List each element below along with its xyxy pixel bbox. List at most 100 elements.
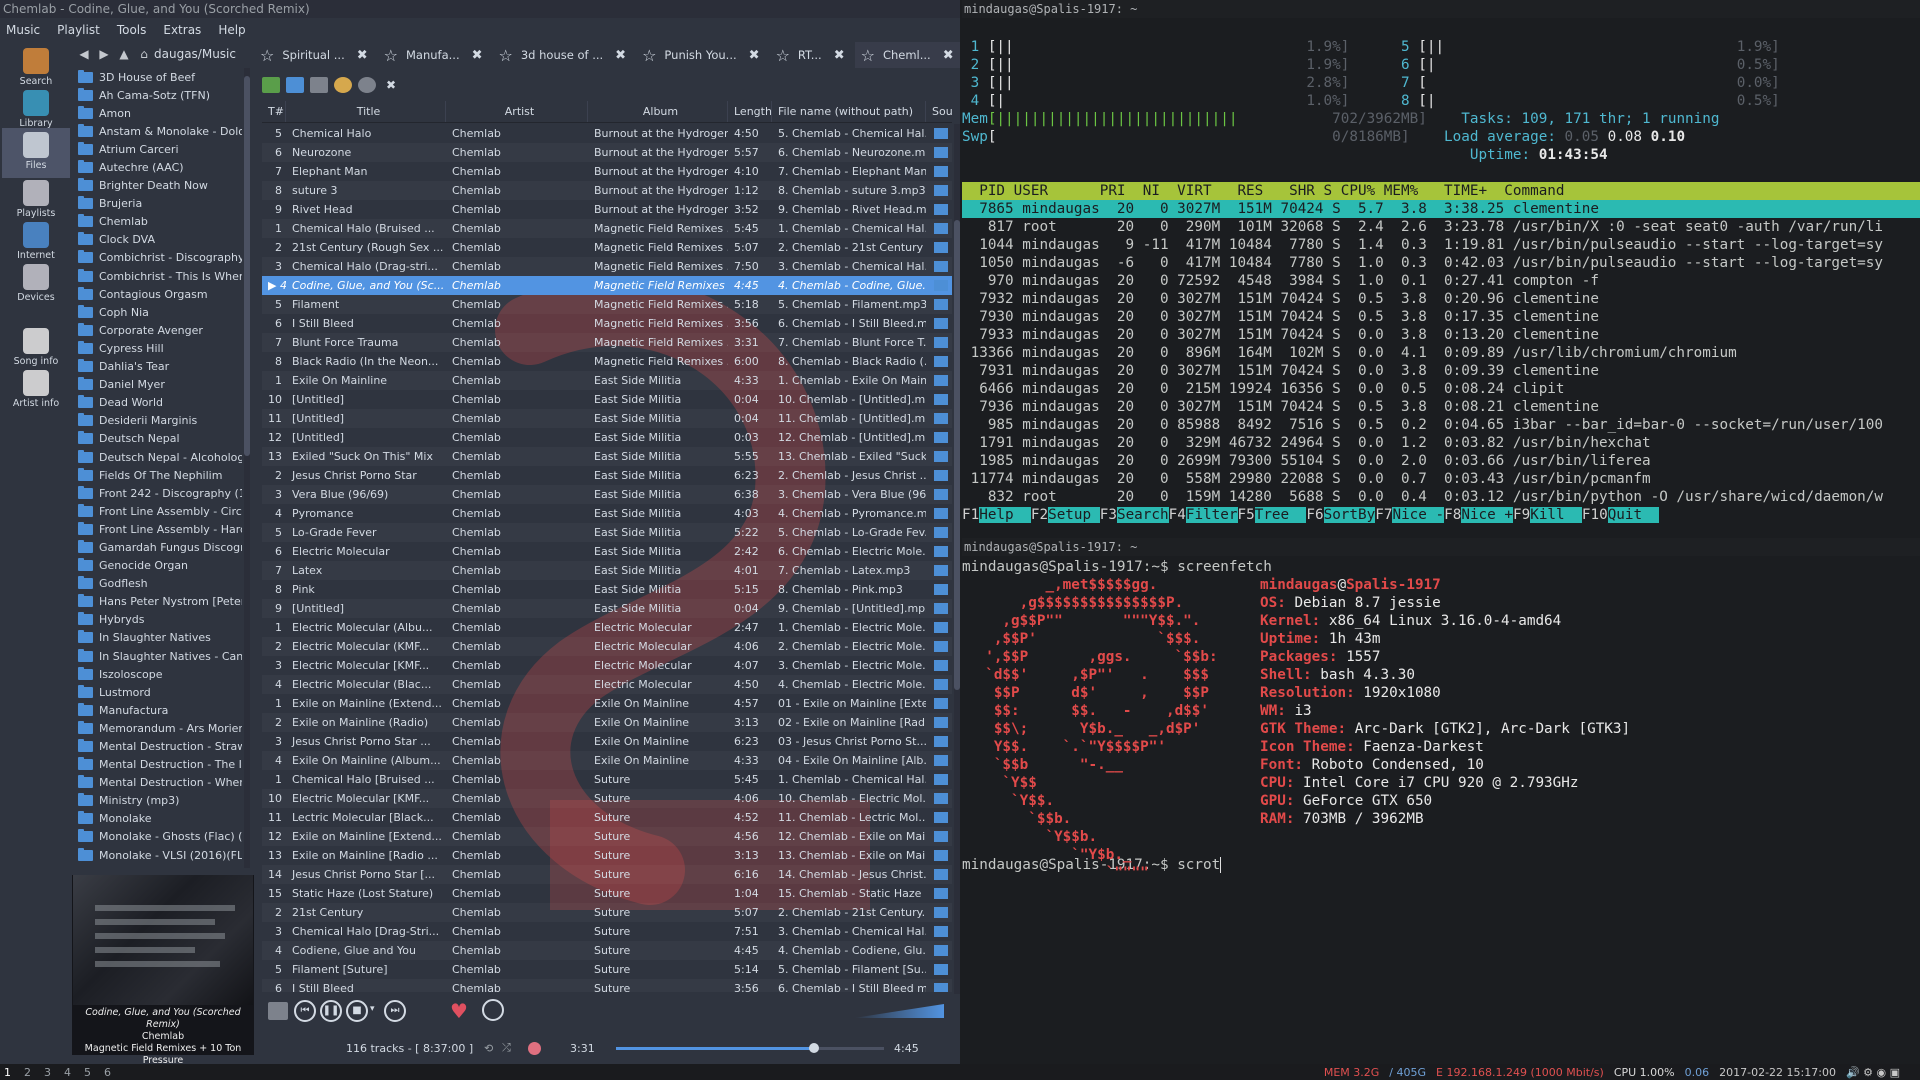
- table-row[interactable]: 10 Electric Molecular [KMF... Chemlab Sutur…: [262, 789, 952, 808]
- table-row[interactable]: 8 suture 3 Chemlab Burnout at the Hydrogen …: [262, 181, 952, 200]
- menu-music[interactable]: Music: [6, 23, 40, 37]
- table-row[interactable]: 2 Exile on Mainline (Radio) Chemlab Exile O…: [262, 713, 952, 732]
- folder-item[interactable]: Autechre (AAC): [72, 158, 242, 176]
- forward-arrow-icon[interactable]: ▶: [94, 47, 114, 61]
- stop-icon[interactable]: ■: [346, 1000, 368, 1022]
- back-arrow-icon[interactable]: ◀: [74, 47, 94, 61]
- folder-item[interactable]: Deutsch Nepal - Alcohology: [72, 448, 242, 466]
- add-icon[interactable]: [262, 77, 280, 93]
- process-row[interactable]: 7932 mindaugas 20 0 3027M 151M 70424 S 0…: [962, 290, 1920, 308]
- folder-item[interactable]: Ministry (mp3): [72, 792, 242, 810]
- folder-item[interactable]: Corporate Avenger: [72, 321, 242, 339]
- star-icon[interactable]: ☆: [260, 46, 274, 65]
- htop-terminal[interactable]: mindaugas@Spalis-1917: ~ 1 [|| 1.9%] 5 […: [962, 0, 1920, 538]
- home-icon[interactable]: ⌂: [134, 47, 154, 61]
- table-row[interactable]: 4 Exile On Mainline (Album... Chemlab Exile…: [262, 751, 952, 770]
- folder-item[interactable]: Clock DVA: [72, 231, 242, 249]
- table-row[interactable]: 7 Elephant Man Chemlab Burnout at the Hydro…: [262, 162, 952, 181]
- table-row[interactable]: 9 Rivet Head Chemlab Burnout at the Hydroge…: [262, 200, 952, 219]
- close-icon[interactable]: ✖: [834, 48, 845, 63]
- table-row[interactable]: 9 [Untitled] Chemlab East Side Militia 0:04 9…: [262, 599, 952, 618]
- folder-item[interactable]: Genocide Organ: [72, 557, 242, 575]
- folder-item[interactable]: Contagious Orgasm: [72, 285, 242, 303]
- folder-item[interactable]: Memorandum - Ars Moriend: [72, 719, 242, 737]
- workspace-button[interactable]: 2: [24, 1066, 34, 1079]
- workspace-button[interactable]: 1: [4, 1066, 14, 1079]
- repeat-icon[interactable]: ⟲: [484, 1042, 493, 1055]
- workspace-button[interactable]: 3: [44, 1066, 54, 1079]
- folder-item[interactable]: Front Line Assembly - Circui: [72, 502, 242, 520]
- folder-item[interactable]: Atrium Carceri: [72, 140, 242, 158]
- table-row[interactable]: 11 Lectric Molecular [Black... Chemlab Sutu…: [262, 808, 952, 827]
- folder-item[interactable]: Mental Destruction - The Inte: [72, 756, 242, 774]
- table-row[interactable]: 5 Filament [Suture] Chemlab Suture 5:14 5. Ch…: [262, 960, 952, 979]
- playlist-tab[interactable]: ☆ 3d house of ... ✖: [493, 42, 633, 68]
- ban-icon[interactable]: [482, 999, 504, 1021]
- folder-item[interactable]: Daniel Myer: [72, 376, 242, 394]
- table-row[interactable]: 3 Jesus Christ Porno Star ... Chemlab Exile…: [262, 732, 952, 751]
- sidebar-tab-devices[interactable]: Devices: [2, 260, 70, 310]
- close-icon[interactable]: ✖: [615, 48, 626, 63]
- table-row[interactable]: 3 Chemical Halo [Drag-Stri... Chemlab Sutur…: [262, 922, 952, 941]
- playlist-tab[interactable]: ☆ Punish You... ✖: [636, 42, 765, 68]
- col-album[interactable]: Album: [588, 101, 728, 122]
- table-row[interactable]: 5 Chemical Halo Chemlab Burnout at the Hydr…: [262, 124, 952, 143]
- process-row[interactable]: 832 root 20 0 159M 14280 5688 S 0.0 0.4 …: [962, 488, 1920, 506]
- table-row[interactable]: 7 Latex Chemlab East Side Militia 4:01 7. Che…: [262, 561, 952, 580]
- process-row[interactable]: 7865 mindaugas 20 0 3027M 151M 70424 S 5…: [962, 200, 1920, 218]
- folder-item[interactable]: Brighter Death Now: [72, 177, 242, 195]
- folder-item[interactable]: Monolake - Ghosts (Flac) (E: [72, 828, 242, 846]
- folder-item[interactable]: Godflesh: [72, 575, 242, 593]
- folder-item[interactable]: Hybryds: [72, 611, 242, 629]
- folder-item[interactable]: Lustmord: [72, 683, 242, 701]
- table-row[interactable]: 3 Chemical Halo (Drag-stri... Chemlab Magne…: [262, 257, 952, 276]
- folder-item[interactable]: Dahlia's Tear: [72, 358, 242, 376]
- folder-item[interactable]: Cypress Hill: [72, 339, 242, 357]
- table-row[interactable]: 6 Neurozone Chemlab Burnout at the Hydrogen…: [262, 143, 952, 162]
- table-row[interactable]: 6 I Still Bleed Chemlab Suture 3:56 6. Chemla…: [262, 979, 952, 992]
- process-table-header[interactable]: PID USER PRI NI VIRT RES SHR S CPU% MEM%…: [962, 182, 1920, 200]
- sidebar-tab-files[interactable]: Files: [2, 128, 70, 178]
- stop-menu-chevron-icon[interactable]: ▾: [370, 1004, 375, 1014]
- star-icon[interactable]: ☆: [776, 46, 790, 65]
- shuffle-icon[interactable]: ⤮: [502, 1041, 511, 1055]
- process-row[interactable]: 1791 mindaugas 20 0 329M 46732 24964 S 0…: [962, 434, 1920, 452]
- redo-icon[interactable]: [358, 77, 376, 93]
- folder-item[interactable]: Brujeria: [72, 195, 242, 213]
- table-row[interactable]: 2 Jesus Christ Porno Star Chemlab East Side…: [262, 466, 952, 485]
- process-row[interactable]: 817 root 20 0 290M 101M 32068 S 2.4 2.6 …: [962, 218, 1920, 236]
- col-title[interactable]: Title: [286, 101, 446, 122]
- table-row[interactable]: 10 [Untitled] Chemlab East Side Militia 0:04…: [262, 390, 952, 409]
- table-row[interactable]: 5 Filament Chemlab Magnetic Field Remixes .…: [262, 295, 952, 314]
- process-row[interactable]: 7930 mindaugas 20 0 3027M 151M 70424 S 0…: [962, 308, 1920, 326]
- table-row[interactable]: 8 Black Radio (In the Neon... Chemlab Magne…: [262, 352, 952, 371]
- table-row[interactable]: 12 [Untitled] Chemlab East Side Militia 0:03…: [262, 428, 952, 447]
- save-icon[interactable]: [286, 77, 304, 93]
- process-row[interactable]: 6466 mindaugas 20 0 215M 19924 16356 S 0…: [962, 380, 1920, 398]
- folder-item[interactable]: Front 242 - Discography (19: [72, 484, 242, 502]
- playlist-tab[interactable]: ☆ Manufa... ✖: [378, 42, 489, 68]
- process-row[interactable]: 7936 mindaugas 20 0 3027M 151M 70424 S 0…: [962, 398, 1920, 416]
- table-row[interactable]: 11 [Untitled] Chemlab East Side Militia 0:04…: [262, 409, 952, 428]
- workspace-button[interactable]: 4: [64, 1066, 74, 1079]
- previous-icon[interactable]: ⏮: [294, 1000, 316, 1022]
- table-row[interactable]: 6 Electric Molecular Chemlab East Side Mili…: [262, 542, 952, 561]
- folder-item[interactable]: Desiderii Marginis: [72, 412, 242, 430]
- folder-item[interactable]: Anstam & Monolake - Dolore: [72, 122, 242, 140]
- folder-item[interactable]: Chemlab: [72, 213, 242, 231]
- col-track[interactable]: T#: [262, 101, 286, 122]
- workspace-button[interactable]: 5: [84, 1066, 94, 1079]
- close-icon[interactable]: ✖: [472, 48, 483, 63]
- process-row[interactable]: 11774 mindaugas 20 0 558M 29980 22088 S …: [962, 470, 1920, 488]
- table-row[interactable]: 14 Jesus Christ Porno Star [... Chemlab Sut…: [262, 865, 952, 884]
- pause-icon[interactable]: ❚❚: [320, 1000, 342, 1022]
- table-row[interactable]: 13 Exiled "Suck On This" Mix Chemlab East S…: [262, 447, 952, 466]
- table-row[interactable]: 1 Chemical Halo (Bruised ... Chemlab Magnet…: [262, 219, 952, 238]
- table-row[interactable]: 4 Electric Molecular (Blac... Chemlab Elect…: [262, 675, 952, 694]
- star-icon[interactable]: ☆: [861, 46, 875, 65]
- up-arrow-icon[interactable]: ▲: [114, 47, 134, 61]
- next-icon[interactable]: ⏭: [384, 1000, 406, 1022]
- process-row[interactable]: 970 mindaugas 20 0 72592 4548 3984 S 1.0…: [962, 272, 1920, 290]
- path-field[interactable]: daugas/Music: [154, 47, 236, 61]
- table-row[interactable]: 4 Codiene, Glue and You Chemlab Suture 4:45 4…: [262, 941, 952, 960]
